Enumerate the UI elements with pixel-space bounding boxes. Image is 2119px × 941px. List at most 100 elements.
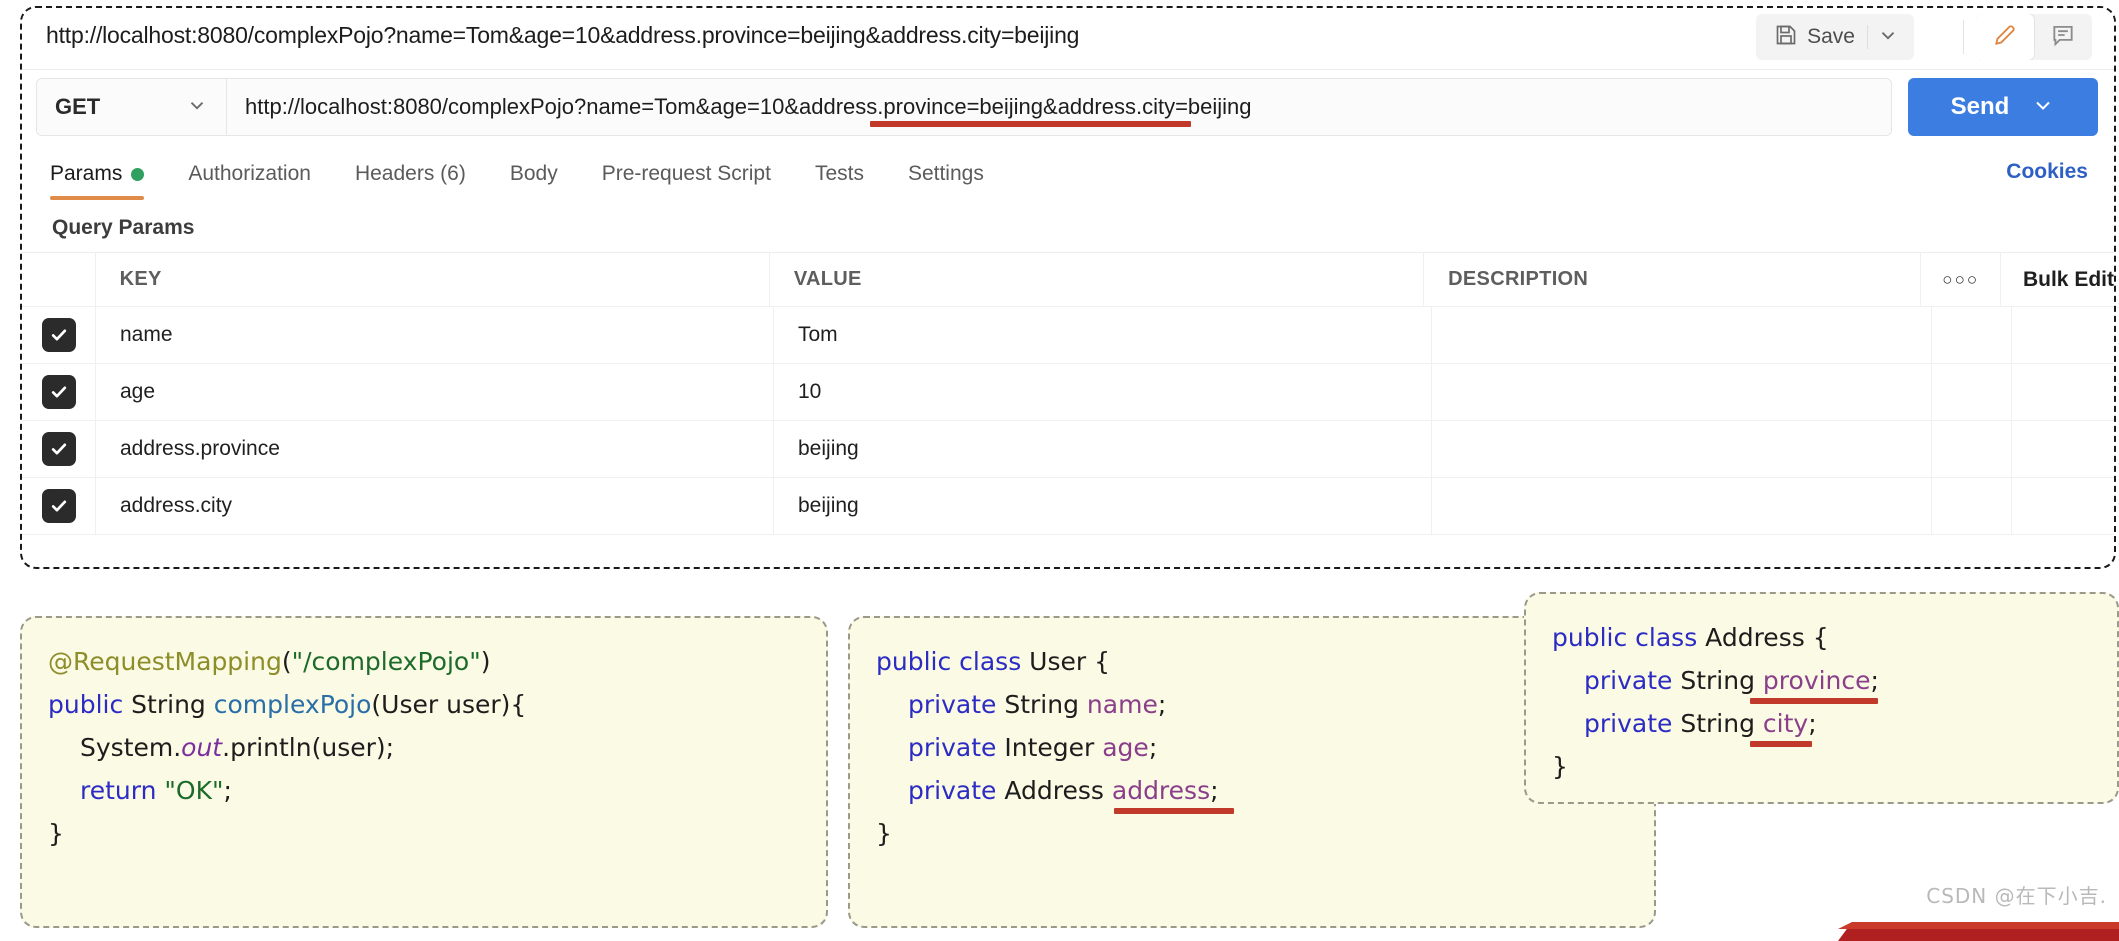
expr-token: .println(user); — [222, 733, 394, 762]
code-line: public class Address { — [1552, 616, 2091, 659]
header-description: DESCRIPTION — [1448, 268, 1588, 291]
brace-token: } — [1552, 752, 1568, 781]
row-key: name — [120, 323, 173, 347]
row-checkbox[interactable] — [42, 375, 76, 409]
type-token: Address — [996, 776, 1111, 805]
cookies-link[interactable]: Cookies — [2006, 160, 2088, 184]
request-title: http://localhost:8080/complexPojo?name=T… — [46, 22, 1079, 49]
chevron-down-icon — [1877, 24, 1899, 51]
keyword-token: public — [48, 690, 123, 719]
tab-settings-label: Settings — [908, 162, 984, 186]
punct-token: ; — [1871, 666, 1879, 695]
type-token: String — [123, 690, 214, 719]
keyword-token: public class — [1552, 623, 1697, 652]
code-line: } — [1552, 745, 2091, 788]
more-options-icon: ○○○ — [1942, 270, 1979, 290]
string-token: "OK" — [156, 776, 223, 805]
header-key: KEY — [120, 268, 162, 291]
save-caret-button[interactable] — [1868, 17, 1908, 57]
comment-button[interactable] — [2034, 14, 2092, 60]
punct-token: ; — [1158, 690, 1166, 719]
request-row: GET http://localhost:8080/complexPojo?na… — [22, 70, 2114, 146]
code-line: System.out.println(user); — [48, 726, 800, 769]
code-block-controller: @RequestMapping("/complexPojo") public S… — [20, 616, 828, 928]
type-token: String — [1672, 666, 1763, 695]
tab-tests-label: Tests — [815, 162, 864, 186]
row-key: address.city — [120, 494, 232, 518]
table-row[interactable]: name Tom — [22, 307, 2114, 364]
chevron-down-icon — [186, 94, 208, 121]
method-select[interactable]: GET — [36, 78, 226, 136]
tab-pre-request-script[interactable]: Pre-request Script — [580, 146, 793, 202]
bulk-edit-button[interactable]: Bulk Edit — [2023, 268, 2114, 292]
send-button[interactable]: Send — [1908, 78, 2098, 136]
field-token: province — [1763, 666, 1871, 695]
chevron-down-icon — [2031, 93, 2055, 122]
request-tabs: Params Authorization Headers (6) Body Pr… — [22, 146, 2114, 202]
topbar-divider — [1963, 20, 1964, 54]
code-line: } — [876, 812, 1628, 855]
row-value: beijing — [798, 494, 859, 518]
url-input[interactable]: http://localhost:8080/complexPojo?name=T… — [226, 78, 1892, 136]
brace-token: } — [48, 819, 64, 848]
row-value: Tom — [798, 323, 838, 347]
field-token: name — [1087, 690, 1158, 719]
code-line: private String province; — [1552, 659, 2091, 702]
save-label: Save — [1807, 25, 1855, 49]
tab-authorization[interactable]: Authorization — [166, 146, 333, 202]
class-name-token: Address { — [1697, 623, 1828, 652]
class-name-token: User { — [1021, 647, 1110, 676]
tab-params[interactable]: Params — [50, 146, 166, 202]
table-row[interactable]: age 10 — [22, 364, 2114, 421]
row-value: beijing — [798, 437, 859, 461]
expr-token: System. — [80, 733, 181, 762]
keyword-token: private — [1584, 709, 1672, 738]
postman-request-panel: http://localhost:8080/complexPojo?name=T… — [20, 6, 2116, 569]
more-options-button[interactable]: ○○○ — [1921, 253, 2001, 306]
type-token: String — [1672, 709, 1763, 738]
table-row[interactable]: address.province beijing — [22, 421, 2114, 478]
type-token: Integer — [996, 733, 1102, 762]
field-token: age — [1102, 733, 1149, 762]
params-modified-dot-icon — [131, 168, 144, 181]
row-key: address.province — [120, 437, 280, 461]
row-checkbox[interactable] — [42, 318, 76, 352]
floppy-disk-icon — [1774, 23, 1798, 52]
field-token: address — [1112, 776, 1210, 805]
keyword-token: public class — [876, 647, 1021, 676]
brace-token: } — [876, 819, 892, 848]
highlight-address-province — [870, 121, 1062, 127]
type-token: String — [996, 690, 1087, 719]
annotation-token: @RequestMapping — [48, 647, 282, 676]
header-checkbox-cell — [22, 253, 96, 306]
tab-settings[interactable]: Settings — [886, 146, 1006, 202]
row-checkbox[interactable] — [42, 489, 76, 523]
comment-icon — [2050, 22, 2076, 53]
table-row[interactable]: address.city beijing — [22, 478, 2114, 535]
tab-body-label: Body — [510, 162, 558, 186]
tab-headers-label: Headers (6) — [355, 162, 466, 186]
edit-button[interactable] — [1976, 14, 2034, 60]
decorative-ribbon-top — [1838, 922, 2119, 929]
tab-pre-request-script-label: Pre-request Script — [602, 162, 771, 186]
code-line: public class User { — [876, 640, 1628, 683]
save-button-group: Save — [1756, 14, 1914, 60]
tab-headers[interactable]: Headers (6) — [333, 146, 488, 202]
save-button[interactable]: Save — [1762, 17, 1867, 57]
code-line: private String city; — [1552, 702, 2091, 745]
field-token: city — [1763, 709, 1808, 738]
tab-tests[interactable]: Tests — [793, 146, 886, 202]
string-token: "/complexPojo" — [292, 647, 481, 676]
static-field-token: out — [181, 733, 222, 762]
row-checkbox[interactable] — [42, 432, 76, 466]
send-label: Send — [1951, 93, 2010, 121]
keyword-token: private — [908, 733, 996, 762]
request-topbar: http://localhost:8080/complexPojo?name=T… — [22, 8, 2114, 70]
table-header-row: KEY VALUE DESCRIPTION ○○○ Bulk Edit — [22, 253, 2114, 307]
keyword-token: private — [1584, 666, 1672, 695]
tab-authorization-label: Authorization — [188, 162, 311, 186]
code-line: } — [48, 812, 800, 855]
tab-body[interactable]: Body — [488, 146, 580, 202]
paren-token: ) — [481, 647, 491, 676]
screenshot-root: http://localhost:8080/complexPojo?name=T… — [0, 0, 2119, 941]
